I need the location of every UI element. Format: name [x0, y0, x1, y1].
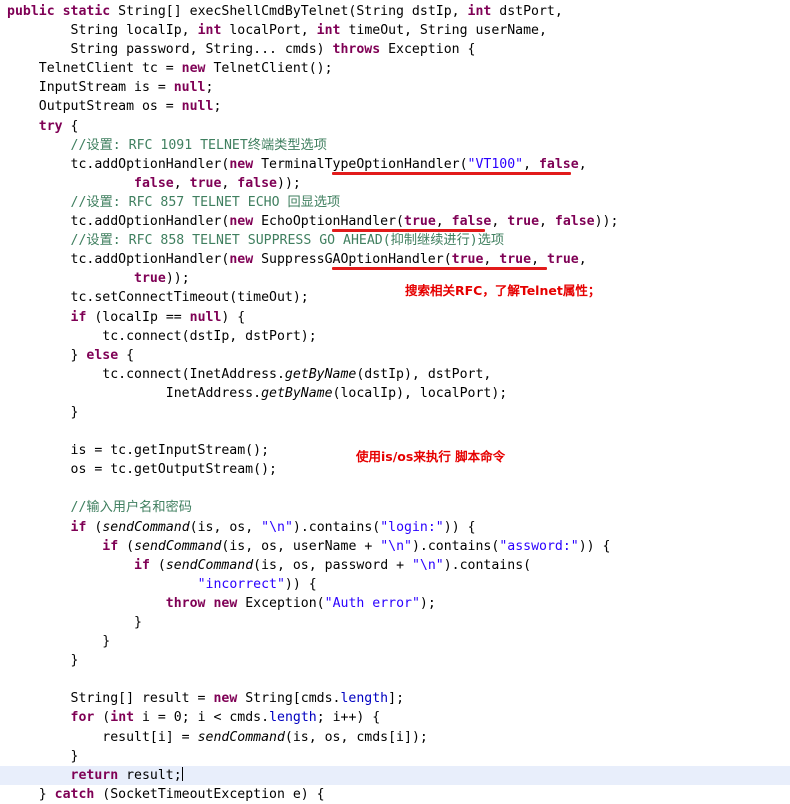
code-line[interactable]: if (sendCommand(is, os, "\n").contains("…	[0, 518, 790, 537]
code-line[interactable]: } else {	[0, 346, 790, 365]
code-line[interactable]: }	[0, 747, 790, 766]
code-editor-canvas[interactable]: public static String[] execShellCmdByTel…	[0, 0, 790, 804]
code-line[interactable]: String localIp, int localPort, int timeO…	[0, 21, 790, 40]
code-line[interactable]: }	[0, 651, 790, 670]
code-line[interactable]: if (sendCommand(is, os, userName + "\n")…	[0, 537, 790, 556]
code-line[interactable]: }	[0, 613, 790, 632]
code-line-blank[interactable]	[0, 670, 790, 689]
annotation-isos: 使用is/os来执行 脚本命令	[356, 449, 506, 464]
code-line[interactable]: OutputStream os = null;	[0, 97, 790, 116]
code-line[interactable]: String password, String... cmds) throws …	[0, 40, 790, 59]
code-line[interactable]: false, true, false));	[0, 174, 790, 193]
underline-suppress-ga-option-handler	[332, 267, 547, 270]
code-line[interactable]: InputStream is = null;	[0, 78, 790, 97]
code-line[interactable]: tc.connect(InetAddress.getByName(dstIp),…	[0, 365, 790, 384]
underline-terminal-type-option-handler	[332, 172, 571, 175]
code-line-blank[interactable]	[0, 422, 790, 441]
code-line-current[interactable]: return result;	[0, 765, 790, 785]
code-line[interactable]: tc.setConnectTimeout(timeOut);	[0, 288, 790, 307]
code-line[interactable]: throw new Exception("Auth error");	[0, 594, 790, 613]
text-caret	[181, 766, 183, 781]
underline-echo-option-handler	[332, 229, 485, 232]
code-line-blank[interactable]	[0, 479, 790, 498]
code-line[interactable]: TelnetClient tc = new TelnetClient();	[0, 59, 790, 78]
code-line[interactable]: String[] result = new String[cmds.length…	[0, 689, 790, 708]
code-line-comment[interactable]: //设置: RFC 858 TELNET SUPPRESS GO AHEAD(抑…	[0, 231, 790, 250]
code-line[interactable]: }	[0, 403, 790, 422]
code-line[interactable]: true));	[0, 269, 790, 288]
code-line[interactable]: tc.connect(dstIp, dstPort);	[0, 327, 790, 346]
code-line[interactable]: for (int i = 0; i < cmds.length; i++) {	[0, 708, 790, 727]
code-line[interactable]: result[i] = sendCommand(is, os, cmds[i])…	[0, 728, 790, 747]
code-line[interactable]: public static String[] execShellCmdByTel…	[0, 2, 790, 21]
code-line-comment[interactable]: //设置: RFC 1091 TELNET终端类型选项	[0, 136, 790, 155]
code-line[interactable]: if (sendCommand(is, os, password + "\n")…	[0, 556, 790, 575]
code-line[interactable]: "incorrect")) {	[0, 575, 790, 594]
code-line[interactable]: tc.addOptionHandler(new TerminalTypeOpti…	[0, 155, 790, 174]
code-line[interactable]: } catch (SocketTimeoutException e) {	[0, 785, 790, 804]
code-line[interactable]: if (localIp == null) {	[0, 308, 790, 327]
code-line[interactable]: InetAddress.getByName(localIp), localPor…	[0, 384, 790, 403]
code-line-comment[interactable]: //设置: RFC 857 TELNET ECHO 回显选项	[0, 193, 790, 212]
code-line[interactable]: }	[0, 632, 790, 651]
annotation-rfc: 搜索相关RFC，了解Telnet属性；	[405, 283, 601, 298]
code-line-comment[interactable]: //输入用户名和密码	[0, 498, 790, 517]
code-line[interactable]: try {	[0, 117, 790, 136]
